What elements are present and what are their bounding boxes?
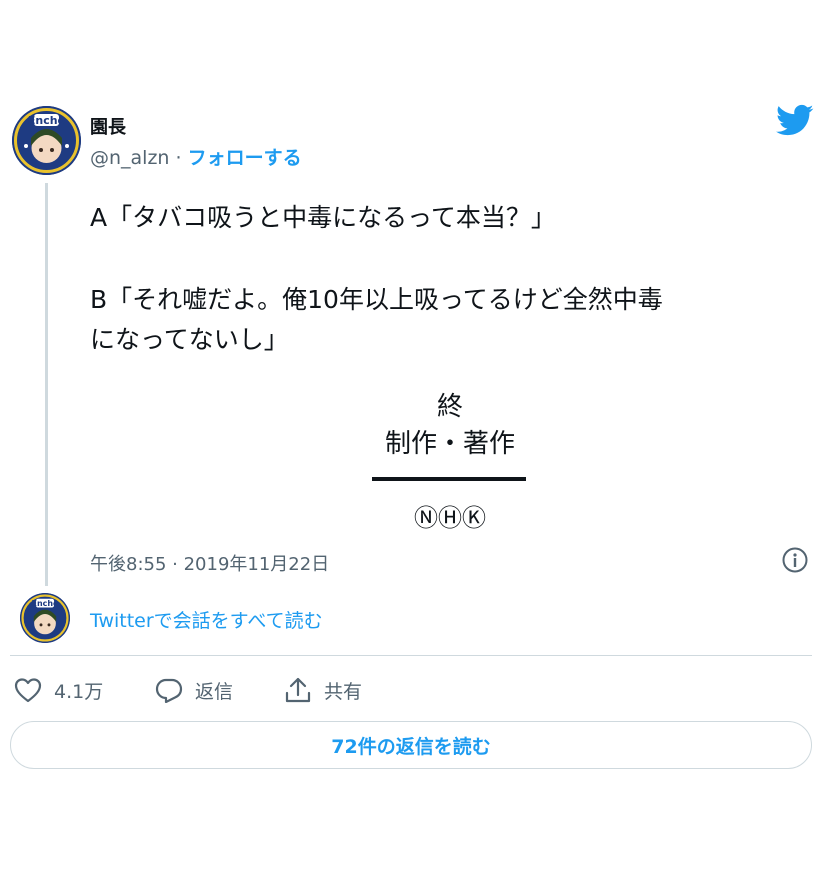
tweet-line-b1: B「それ嘘だよ。俺10年以上吸ってるけど全然中毒 xyxy=(90,285,663,314)
twitter-bird-icon[interactable] xyxy=(776,104,814,137)
follow-button[interactable]: フォローする xyxy=(188,147,302,169)
like-button[interactable]: 4.1万 xyxy=(14,675,103,705)
thread-line xyxy=(45,183,48,586)
tweet-line-b2: になってないし」 xyxy=(90,325,289,354)
share-icon xyxy=(285,677,311,703)
avatar-logo-text: Encho xyxy=(28,114,66,127)
reply-label: 返信 xyxy=(195,680,234,703)
info-icon[interactable] xyxy=(782,547,808,573)
read-conversation-link[interactable]: Twitterで会話をすべて読む xyxy=(90,606,323,633)
avatar-image-small: Encho xyxy=(20,593,70,643)
heart-icon xyxy=(14,678,42,703)
author-handle-line: @n_alzn · フォローする xyxy=(90,143,302,170)
like-count: 4.1万 xyxy=(54,680,104,703)
credit-end: 終 xyxy=(436,392,463,422)
credit-logo: ⓃⒽⓀ xyxy=(414,504,486,532)
credit-rule xyxy=(372,477,526,481)
reply-icon xyxy=(155,678,183,703)
reply-button[interactable]: 返信 xyxy=(155,675,233,705)
avatar-image: Encho xyxy=(12,106,81,175)
actions-divider xyxy=(10,655,812,656)
read-replies-button[interactable]: 72件の返信を読む xyxy=(10,721,812,769)
author-avatar[interactable]: Encho xyxy=(12,106,81,175)
share-label: 共有 xyxy=(324,680,363,703)
author-handle[interactable]: @n_alzn xyxy=(90,147,169,169)
avatar-logo-text-small: Encho xyxy=(32,599,60,608)
conversation-avatar[interactable]: Encho xyxy=(20,593,70,643)
tweet-line-a: A「タバコ吸うと中毒になるって本当？」 xyxy=(90,203,556,232)
tweet-text: A「タバコ吸うと中毒になるって本当？」 B「それ嘘だよ。俺10年以上吸ってるけど… xyxy=(90,198,810,360)
author-display-name[interactable]: 園長 xyxy=(90,113,126,139)
handle-separator: · xyxy=(175,147,182,169)
credit-production: 制作・著作 xyxy=(384,429,515,459)
share-button[interactable]: 共有 xyxy=(284,675,362,705)
tweet-timestamp[interactable]: 午後8:55 · 2019年11月22日 xyxy=(90,550,329,576)
